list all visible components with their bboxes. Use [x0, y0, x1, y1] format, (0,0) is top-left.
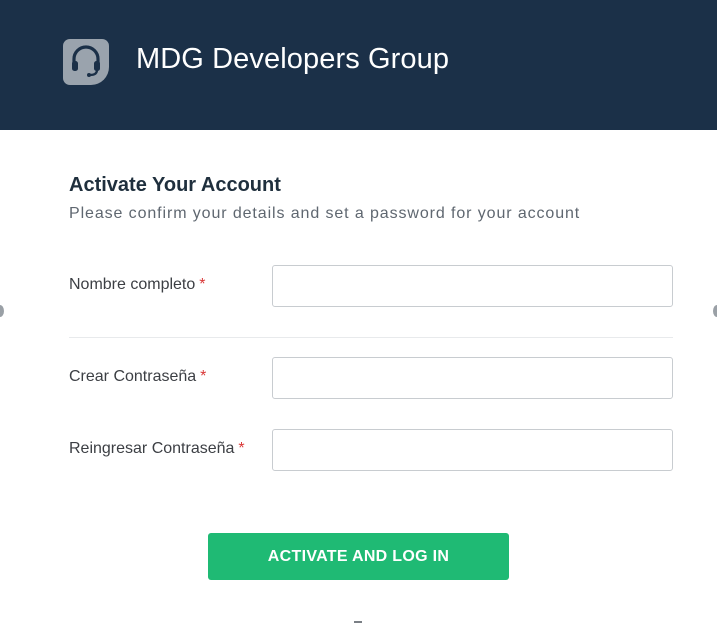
page-title: Activate Your Account — [69, 174, 281, 196]
section-divider — [69, 337, 673, 338]
bottom-mark — [354, 621, 362, 623]
right-edge-handle — [713, 305, 717, 317]
confirm-password-label: Reingresar Contraseña * — [69, 438, 245, 460]
page-subtitle: Please confirm your details and set a pa… — [69, 205, 581, 222]
confirm-password-input[interactable] — [272, 429, 673, 471]
required-marker: * — [238, 440, 245, 457]
create-password-label: Crear Contraseña * — [69, 366, 206, 388]
full-name-label: Nombre completo * — [69, 274, 206, 296]
headset-icon — [63, 39, 109, 85]
activate-and-login-button[interactable]: ACTIVATE AND LOG IN — [208, 533, 509, 580]
create-password-input[interactable] — [272, 357, 673, 399]
left-edge-handle — [0, 305, 4, 317]
required-marker: * — [200, 368, 207, 385]
required-marker: * — [199, 276, 206, 293]
full-name-label-text: Nombre completo — [69, 276, 196, 293]
create-password-label-text: Crear Contraseña — [69, 368, 197, 385]
full-name-input[interactable] — [272, 265, 673, 307]
brand-name: MDG Developers Group — [136, 43, 450, 75]
confirm-password-label-text: Reingresar Contraseña — [69, 440, 235, 457]
app-header: MDG Developers Group — [0, 0, 717, 130]
